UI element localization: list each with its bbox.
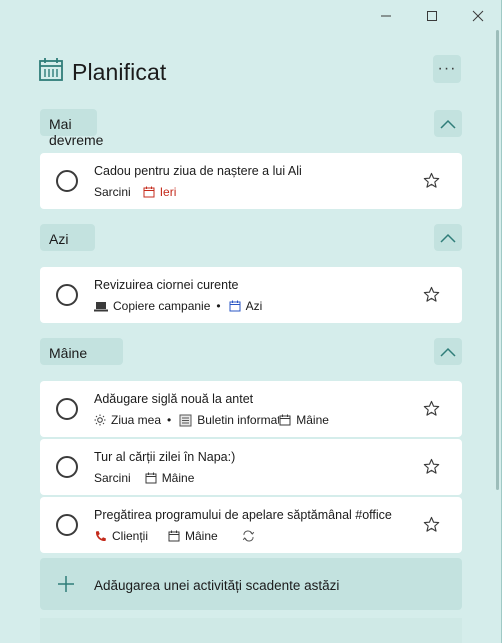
group-label: Mâine: [49, 345, 88, 361]
group-label: Azi: [49, 231, 69, 247]
task-item[interactable]: Revizuirea ciornei curente Copiere campa…: [40, 267, 462, 323]
task-meta: Sarcini Mâine: [94, 470, 200, 486]
group-header-today[interactable]: Azi: [40, 224, 95, 251]
task-item[interactable]: Pregătirea programului de apelare săptăm…: [40, 497, 462, 553]
star-icon[interactable]: [423, 172, 440, 189]
due-date: Mâine: [279, 413, 329, 427]
close-icon[interactable]: [455, 4, 501, 28]
chevron-up-icon: [440, 233, 456, 243]
group-header-tomorrow[interactable]: Mâine: [40, 338, 123, 365]
group-label: Mai devreme: [49, 116, 104, 148]
bottom-strip: [40, 618, 462, 643]
task-item[interactable]: Cadou pentru ziua de naștere a lui Ali S…: [40, 153, 462, 209]
task-list-name: Sarcini: [94, 185, 131, 199]
star-icon[interactable]: [423, 516, 440, 533]
plus-icon: [58, 576, 74, 592]
complete-checkbox[interactable]: [56, 514, 78, 536]
star-icon[interactable]: [423, 286, 440, 303]
collapse-earlier-button[interactable]: [434, 110, 462, 137]
task-item[interactable]: Tur al cărții zilei în Napa:) Sarcini Mâ…: [40, 439, 462, 495]
task-title: Cadou pentru ziua de naștere a lui Ali: [94, 164, 302, 178]
task-meta: Clienții Mâine: [94, 528, 255, 544]
due-date: Ieri: [143, 185, 177, 199]
task-meta: Copiere campanie • Azi: [94, 298, 268, 314]
calendar-icon: [145, 472, 157, 484]
due-date: Azi: [229, 299, 263, 313]
chevron-up-icon: [440, 119, 456, 129]
task-list: Buletin informativ: [179, 413, 279, 427]
minimize-icon[interactable]: [363, 4, 409, 28]
page-title: Planificat: [72, 59, 167, 85]
star-icon[interactable]: [423, 400, 440, 417]
due-date: Mâine: [168, 529, 218, 543]
more-options-icon: ···: [437, 60, 457, 77]
task-list-name: Copiere campanie: [113, 299, 211, 313]
due-date: Mâine: [145, 471, 195, 485]
my-day-label: Ziua mea: [111, 413, 162, 427]
task-title: Tur al cărții zilei în Napa:): [94, 450, 236, 464]
task-list: Clienții: [94, 529, 148, 543]
due-date-label: Mâine: [296, 413, 329, 427]
complete-checkbox[interactable]: [56, 170, 78, 192]
task-meta: Ziua mea • Buletin informativ Mâine: [94, 412, 335, 428]
task-title: Pregătirea programului de apelare săptăm…: [94, 508, 392, 522]
calendar-icon: [229, 300, 241, 312]
due-date-label: Mâine: [185, 529, 218, 543]
collapse-today-button[interactable]: [434, 224, 462, 251]
add-task-placeholder: Adăugarea unei activități scadente astăz…: [94, 578, 340, 593]
chevron-up-icon: [440, 347, 456, 357]
newsletter-icon: [179, 414, 192, 426]
complete-checkbox[interactable]: [56, 284, 78, 306]
sun-icon: [94, 414, 106, 426]
list-header: Planificat ···: [38, 55, 461, 89]
calendar-icon: [39, 58, 63, 81]
complete-checkbox[interactable]: [56, 456, 78, 478]
window-controls: [363, 4, 501, 28]
task-list-name: Buletin informativ: [197, 413, 279, 427]
laptop-icon: [94, 301, 108, 311]
calendar-icon: [143, 186, 155, 198]
separator-dot: •: [167, 413, 172, 427]
more-options-button[interactable]: ···: [433, 55, 461, 83]
task-list-name: Clienții: [112, 529, 149, 543]
repeat-icon: [242, 530, 254, 542]
complete-checkbox[interactable]: [56, 398, 78, 420]
task-list: Copiere campanie: [94, 299, 210, 313]
task-list-name: Sarcini: [94, 471, 131, 485]
due-date-label: Ieri: [159, 185, 177, 199]
collapse-tomorrow-button[interactable]: [434, 338, 462, 365]
maximize-icon[interactable]: [409, 4, 455, 28]
phone-icon: [95, 530, 106, 541]
calendar-icon: [279, 414, 291, 426]
due-date-label: Mâine: [161, 471, 195, 485]
star-icon[interactable]: [423, 458, 440, 475]
task-title: Revizuirea ciornei curente: [94, 278, 239, 292]
app-window: Planificat ··· Mai devreme Cadou pentru …: [0, 0, 502, 643]
add-task-input[interactable]: Adăugarea unei activități scadente astăz…: [40, 558, 462, 610]
task-title: Adăugare siglă nouă la antet: [94, 392, 254, 406]
due-date-label: Azi: [245, 299, 263, 313]
task-meta: Sarcini Ieri: [94, 184, 182, 200]
group-header-earlier[interactable]: Mai devreme: [40, 109, 103, 148]
task-item[interactable]: Adăugare siglă nouă la antet Ziua mea • …: [40, 381, 462, 437]
separator-dot: •: [216, 299, 221, 313]
calendar-icon: [168, 530, 180, 542]
my-day: Ziua mea: [94, 413, 161, 427]
scrollbar[interactable]: [496, 30, 499, 490]
